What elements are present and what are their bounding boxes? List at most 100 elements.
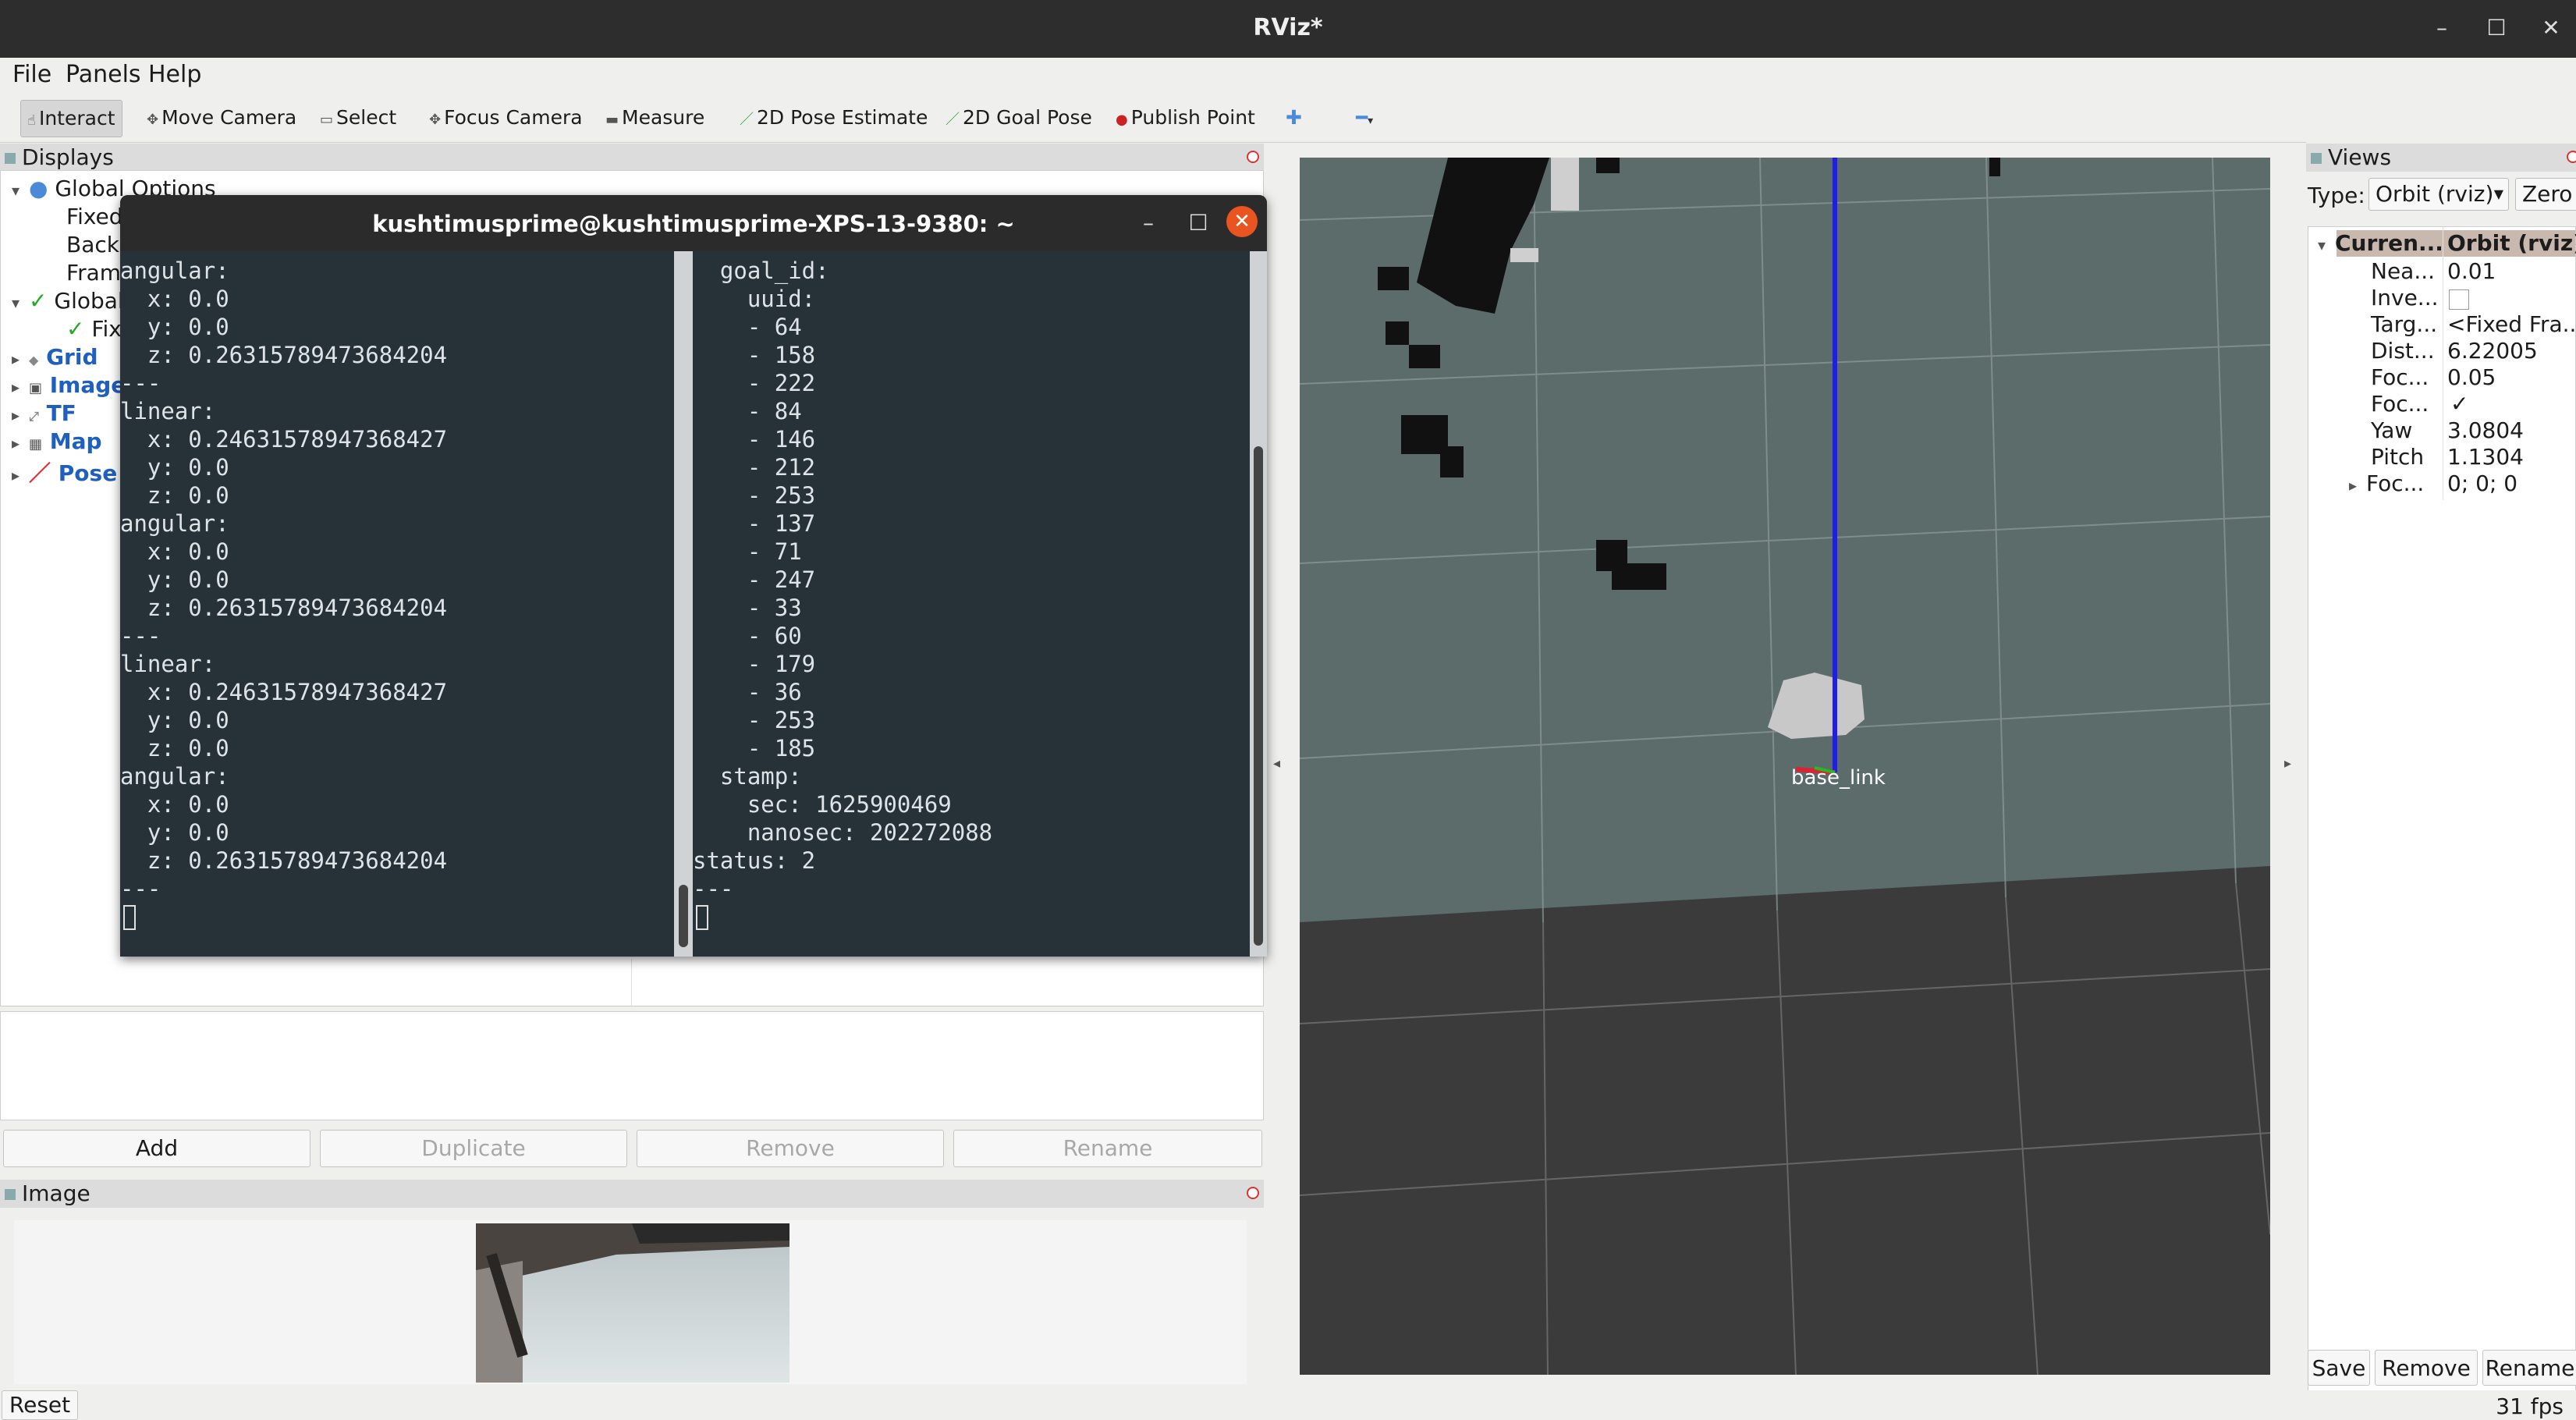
add-button[interactable]: Add [3, 1130, 310, 1167]
prop-pitch-value[interactable]: 1.1304 [2447, 444, 2524, 470]
terminal-line: y: 0.0 [120, 707, 229, 733]
panel-close-icon[interactable] [1247, 151, 1259, 163]
tool-measure[interactable]: ▬ Measure [599, 100, 711, 136]
prop-pitch[interactable]: Pitch [2371, 444, 2424, 470]
tree-frame-rate[interactable]: Fram [66, 260, 121, 286]
tool-2d-goal-pose[interactable]: ／ 2D Goal Pose [939, 100, 1098, 136]
menu-help[interactable]: Help [148, 61, 201, 88]
terminal-line: - 247 [693, 566, 816, 593]
image-panel-icon [5, 1189, 16, 1200]
tool-publish-point[interactable]: ● Publish Point [1109, 100, 1261, 136]
tool-goal-label: 2D Goal Pose [963, 106, 1092, 129]
prop-target-frame-value[interactable]: <Fixed Fra... [2447, 311, 2576, 337]
collapse-right-icon[interactable]: ▸ [2284, 755, 2291, 772]
collapse-left-icon[interactable]: ◂ [1273, 755, 1280, 772]
tool-publish-label: Publish Point [1130, 106, 1255, 129]
tree-map[interactable]: ▸ ▦ Map [12, 428, 102, 454]
tree-grid[interactable]: ▸ ◆ Grid [12, 344, 98, 370]
panel-close-icon[interactable] [1247, 1187, 1259, 1199]
terminal-line: - 253 [693, 707, 816, 733]
terminal-titlebar[interactable]: kushtimusprime@kushtimusprime-XPS-13-938… [120, 195, 1267, 251]
terminal-line: x: 0.0 [120, 538, 229, 565]
select-icon: ▭ [320, 112, 334, 128]
prop-near-clip-value[interactable]: 0.01 [2447, 258, 2496, 284]
tree-pose[interactable]: ▸ ／ Pose [12, 456, 117, 488]
prop-focal-point-value[interactable]: 0; 0; 0 [2447, 470, 2517, 496]
view-type-value: Orbit (rviz) [2376, 181, 2494, 207]
duplicate-button[interactable]: Duplicate [320, 1130, 627, 1167]
prop-focal-shape-fixed[interactable]: Foc... [2371, 391, 2429, 417]
minimize-icon[interactable]: – [2426, 12, 2457, 44]
current-view-name[interactable]: ▾ Curren... [2318, 230, 2443, 256]
pane-scrollbar-right[interactable] [1250, 251, 1267, 957]
tool-interact-label: Interact [38, 107, 115, 130]
render-3d-view[interactable]: base_link [1300, 158, 2270, 1375]
menu-file[interactable]: File [12, 61, 51, 88]
tree-tf[interactable]: ▸ ⤢ TF [12, 400, 76, 426]
prop-focal-point[interactable]: ▸ Foc... [2349, 470, 2424, 496]
prop-invert[interactable]: Inve... [2371, 285, 2439, 311]
terminal-line: - 84 [693, 398, 802, 424]
remove-view-button[interactable]: Remove [2375, 1350, 2478, 1386]
view-type-select[interactable]: Orbit (rviz) ▼ [2368, 178, 2509, 211]
tool-select[interactable]: ▭ Select [314, 100, 403, 136]
terminal-pane-left[interactable]: angular: x: 0.0 y: 0.0 z: 0.263157894736… [120, 251, 674, 957]
tool-move-camera[interactable]: ✥ Move Camera [140, 100, 303, 136]
terminal-line: angular: [120, 257, 229, 284]
terminal-minimize-icon[interactable]: – [1134, 209, 1162, 237]
camera-image [476, 1223, 789, 1383]
tool-2d-pose-estimate[interactable]: ／ 2D Pose Estimate [733, 100, 934, 136]
terminal-close-icon[interactable]: ✕ [1226, 206, 1258, 237]
maximize-icon[interactable]: ☐ [2481, 12, 2512, 44]
displays-icon [5, 153, 16, 164]
menu-panels[interactable]: Panels [66, 61, 141, 88]
terminal-window[interactable]: kushtimusprime@kushtimusprime-XPS-13-938… [120, 195, 1267, 957]
prop-yaw[interactable]: Yaw [2371, 417, 2412, 443]
panel-close-icon[interactable] [2567, 151, 2576, 163]
terminal-title: kushtimusprime@kushtimusprime-XPS-13-938… [372, 211, 1015, 237]
prop-distance[interactable]: Dist... [2371, 338, 2435, 364]
tree-image[interactable]: ▸ ▣ Image [12, 372, 126, 398]
tree-global-status[interactable]: ▾ ✓ Global [12, 288, 124, 314]
prop-yaw-value[interactable]: 3.0804 [2447, 417, 2524, 443]
scroll-thumb[interactable] [679, 885, 688, 947]
tool-focus-camera[interactable]: ✥ Focus Camera [423, 100, 589, 136]
frame-label: base_link [1791, 766, 1886, 790]
focal-fixed-checkbox[interactable]: ✓ [2450, 391, 2468, 417]
image-panel-title: Image [22, 1180, 90, 1206]
terminal-cursor [123, 905, 136, 930]
zero-button[interactable]: Zero [2515, 178, 2576, 211]
menu-bar: File Panels Help [0, 58, 2576, 94]
add-tool-icon[interactable]: ✚ [1279, 100, 1308, 136]
prop-distance-value[interactable]: 6.22005 [2447, 338, 2538, 364]
terminal-maximize-icon[interactable]: ☐ [1184, 209, 1212, 237]
tool-interact[interactable]: ☝ Interact [20, 100, 122, 137]
prop-focal-shape-size[interactable]: Foc... [2371, 364, 2429, 390]
tree-fixed-frame[interactable]: Fixed [66, 204, 123, 229]
terminal-pane-right[interactable]: goal_id: uuid: - 64 - 158 - 222 - 84 - 1… [693, 251, 1250, 957]
rename-display-button[interactable]: Rename [953, 1130, 1262, 1167]
terminal-line: z: 0.26315789473684204 [120, 847, 448, 874]
views-tree[interactable]: ▾ Curren... Orbit (rviz) Nea... 0.01 Inve… [2308, 226, 2576, 1404]
remove-display-button[interactable]: Remove [637, 1130, 944, 1167]
invert-checkbox[interactable] [2449, 289, 2469, 310]
rename-view-button[interactable]: Rename [2482, 1350, 2576, 1386]
hand-icon: ☝ [27, 112, 36, 129]
terminal-line: --- [120, 623, 161, 649]
pane-scrollbar-left[interactable] [674, 251, 693, 957]
tree-label: Global [54, 288, 124, 314]
scroll-thumb[interactable] [1254, 446, 1263, 946]
save-view-button[interactable]: Save [2308, 1350, 2370, 1386]
remove-tool-icon[interactable]: ━▾ [1350, 100, 1379, 136]
terminal-line: angular: [120, 763, 229, 790]
reset-button[interactable]: Reset [2, 1390, 78, 1420]
terminal-line: - 137 [693, 510, 816, 537]
prop-target-frame[interactable]: Targ... [2371, 311, 2437, 337]
prop-focal-shape-size-value[interactable]: 0.05 [2447, 364, 2496, 390]
terminal-line: - 60 [693, 623, 802, 649]
tree-label: Map [49, 428, 102, 454]
close-icon[interactable]: ✕ [2535, 12, 2567, 44]
terminal-line: - 36 [693, 679, 802, 705]
terminal-line: - 212 [693, 454, 816, 481]
prop-near-clip[interactable]: Nea... [2371, 258, 2435, 284]
